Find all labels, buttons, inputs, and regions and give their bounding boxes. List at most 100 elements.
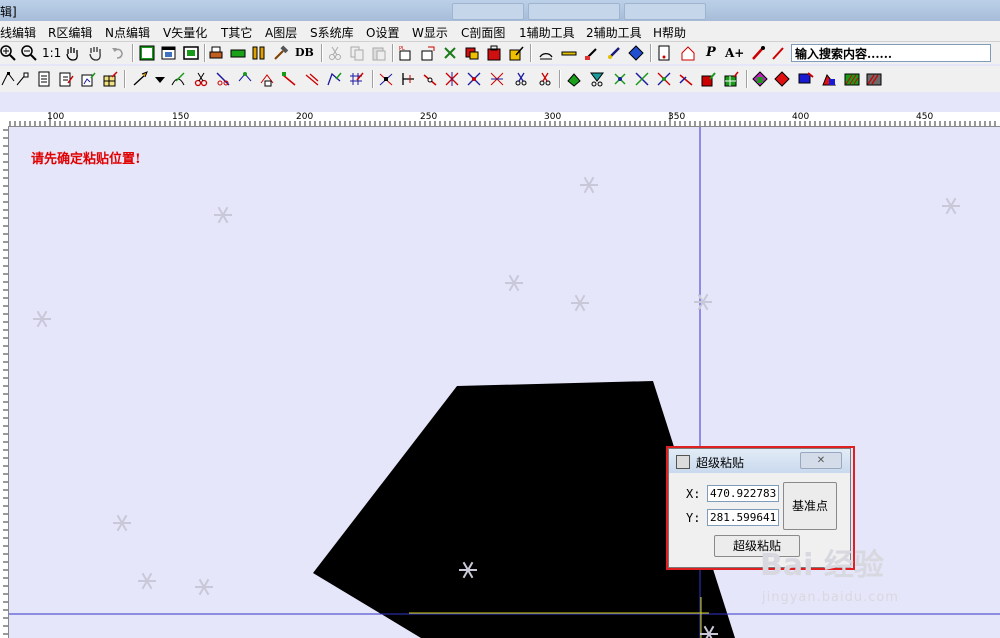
hatch-fill-icon[interactable] bbox=[844, 71, 860, 87]
scissors-icon[interactable] bbox=[193, 71, 209, 87]
hatch-pattern-icon[interactable] bbox=[866, 71, 882, 87]
frame-icon[interactable] bbox=[183, 45, 199, 61]
y-label: Y: bbox=[686, 511, 701, 525]
menu-system-library[interactable]: S系统库 bbox=[310, 24, 354, 41]
edit-layer-icon[interactable] bbox=[508, 45, 524, 61]
trim-line-icon[interactable] bbox=[304, 71, 320, 87]
join-line-icon[interactable] bbox=[400, 71, 416, 87]
base-point-button[interactable]: 基准点 bbox=[783, 482, 837, 530]
snowflake bbox=[571, 294, 589, 312]
menu-other[interactable]: T其它 bbox=[221, 24, 252, 41]
menu-display[interactable]: W显示 bbox=[412, 24, 448, 41]
database-button[interactable]: DB bbox=[295, 46, 314, 59]
grab-hand-icon[interactable] bbox=[87, 45, 103, 61]
x-coordinate-input[interactable]: 470.922783 bbox=[707, 485, 779, 502]
text-p-button[interactable]: P bbox=[706, 45, 716, 60]
doc-list-icon[interactable] bbox=[36, 71, 52, 87]
break-line-icon[interactable] bbox=[422, 71, 438, 87]
curve-icon[interactable] bbox=[170, 71, 186, 87]
measure-icon[interactable] bbox=[538, 45, 554, 61]
draw-line-icon[interactable] bbox=[132, 71, 148, 87]
export-icon[interactable]: PL bbox=[398, 45, 414, 61]
actual-size-button[interactable]: 1:1 bbox=[42, 46, 61, 60]
clip-alt-icon[interactable] bbox=[537, 71, 553, 87]
doc-edit-icon[interactable] bbox=[58, 71, 74, 87]
bag-icon[interactable] bbox=[486, 45, 502, 61]
house-icon[interactable] bbox=[680, 45, 696, 61]
point-flag-icon[interactable] bbox=[798, 71, 814, 87]
diamond-icon[interactable] bbox=[628, 45, 644, 61]
menu-point-edit[interactable]: N点编辑 bbox=[105, 24, 150, 41]
fill-region-icon[interactable] bbox=[566, 71, 582, 87]
zoom-in-icon[interactable] bbox=[0, 45, 16, 61]
cut-line-icon[interactable] bbox=[215, 71, 231, 87]
ruler-label: 250 bbox=[420, 112, 438, 122]
chart-edit-icon[interactable] bbox=[80, 71, 96, 87]
tools-icon[interactable] bbox=[251, 45, 267, 61]
menu-vectorize[interactable]: V矢量化 bbox=[163, 24, 207, 41]
line-tool-icon[interactable] bbox=[561, 45, 577, 61]
clip-icon[interactable] bbox=[513, 71, 529, 87]
taskbar-tab[interactable] bbox=[528, 3, 620, 20]
horizontal-ruler: 100 150 200 250 300 350 400 450 bbox=[0, 112, 1000, 127]
menu-region-edit[interactable]: R区编辑 bbox=[48, 24, 92, 41]
hammer-icon[interactable] bbox=[273, 45, 289, 61]
menu-help[interactable]: H帮助 bbox=[653, 24, 686, 41]
cut-icon[interactable] bbox=[327, 45, 343, 61]
undo-icon[interactable] bbox=[110, 45, 126, 61]
copy-icon[interactable] bbox=[349, 45, 365, 61]
split-line-icon[interactable] bbox=[378, 71, 394, 87]
pencil-icon[interactable] bbox=[770, 45, 786, 61]
brush-icon[interactable] bbox=[583, 45, 599, 61]
region-clip-icon[interactable] bbox=[612, 71, 628, 87]
y-coordinate-input[interactable]: 281.599641 bbox=[707, 509, 779, 526]
pan-hand-icon[interactable] bbox=[64, 45, 80, 61]
grid-line-icon[interactable] bbox=[348, 71, 364, 87]
region-grid-icon[interactable] bbox=[723, 71, 739, 87]
print-icon[interactable] bbox=[208, 45, 224, 61]
region-split-icon[interactable] bbox=[634, 71, 650, 87]
region-edit-icon[interactable] bbox=[700, 71, 716, 87]
vertical-ruler bbox=[0, 126, 9, 638]
point-rotate-icon[interactable] bbox=[774, 71, 790, 87]
search-input[interactable]: 输入搜索内容...... bbox=[791, 44, 991, 62]
ruler-icon[interactable] bbox=[230, 45, 246, 61]
menu-aux-tools-2[interactable]: 2辅助工具 bbox=[586, 24, 642, 41]
taskbar-tab[interactable] bbox=[452, 3, 524, 20]
font-size-button[interactable]: A+ bbox=[725, 46, 744, 60]
line-edit-icon[interactable] bbox=[326, 71, 342, 87]
node-add-icon[interactable] bbox=[259, 71, 275, 87]
region-line-icon[interactable] bbox=[678, 71, 694, 87]
multi-cut-icon[interactable] bbox=[489, 71, 505, 87]
ruler-label: 350 bbox=[668, 112, 686, 122]
layer-red-icon[interactable] bbox=[464, 45, 480, 61]
close-icon[interactable]: ✕ bbox=[800, 452, 842, 469]
extend-line-icon[interactable] bbox=[281, 71, 297, 87]
menu-section-view[interactable]: C剖面图 bbox=[461, 24, 505, 41]
menu-line-edit[interactable]: 线编辑 bbox=[0, 24, 36, 41]
point-shape-icon[interactable] bbox=[821, 71, 837, 87]
cross-select-icon[interactable] bbox=[444, 71, 460, 87]
dialog-title-bar[interactable]: 超级粘贴 ✕ bbox=[669, 449, 850, 473]
node-tool-icon[interactable] bbox=[14, 71, 30, 87]
window-icon[interactable] bbox=[161, 45, 177, 61]
dropdown-arrow-icon[interactable] bbox=[152, 71, 168, 87]
region-cut-icon[interactable] bbox=[589, 71, 605, 87]
taskbar-tab[interactable] bbox=[624, 3, 706, 20]
page-dot-icon[interactable] bbox=[656, 45, 672, 61]
zoom-out-icon[interactable] bbox=[21, 45, 37, 61]
menu-aux-tools-1[interactable]: 1辅助工具 bbox=[519, 24, 575, 41]
grid-edit-icon[interactable] bbox=[102, 71, 118, 87]
paste-icon[interactable] bbox=[371, 45, 387, 61]
table-icon[interactable] bbox=[139, 45, 155, 61]
menu-settings[interactable]: O设置 bbox=[366, 24, 399, 41]
pen-icon[interactable] bbox=[606, 45, 622, 61]
convert-icon[interactable] bbox=[442, 45, 458, 61]
region-merge-icon[interactable] bbox=[656, 71, 672, 87]
point-diamond-icon[interactable] bbox=[752, 71, 768, 87]
color-picker-icon[interactable] bbox=[750, 45, 766, 61]
menu-layer[interactable]: A图层 bbox=[265, 24, 297, 41]
cross-delete-icon[interactable] bbox=[466, 71, 482, 87]
import-icon[interactable] bbox=[420, 45, 436, 61]
node-move-icon[interactable] bbox=[237, 71, 253, 87]
